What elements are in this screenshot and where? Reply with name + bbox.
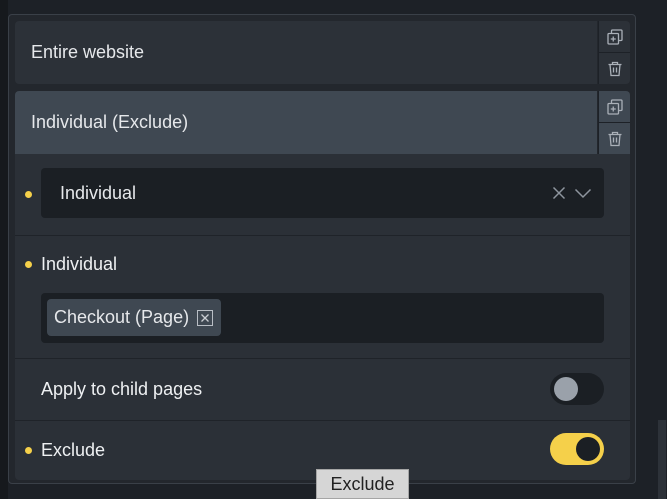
individual-field-label: Individual [41, 254, 118, 274]
tooltip-text: Exclude [330, 473, 395, 494]
close-icon[interactable] [552, 186, 566, 200]
left-background [0, 0, 8, 499]
duplicate-condition-button[interactable] [598, 91, 630, 122]
scrollbar-track[interactable] [658, 420, 666, 499]
delete-condition-button[interactable] [598, 52, 630, 84]
select-value: Individual [60, 182, 137, 203]
duplicate-condition-button[interactable] [598, 21, 630, 52]
trash-icon [608, 131, 621, 146]
condition-row-individual-exclude[interactable]: Individual (Exclude) [15, 91, 597, 154]
close-icon [201, 313, 210, 322]
divider [15, 420, 630, 421]
selected-tag: Checkout (Page) [47, 299, 222, 336]
condition-label: Individual (Exclude) [31, 112, 189, 132]
condition-label: Entire website [31, 42, 145, 62]
required-indicator [25, 261, 32, 268]
toggle-knob [576, 437, 600, 461]
duplicate-icon [606, 28, 623, 45]
condition-actions [598, 21, 630, 84]
required-indicator [25, 447, 32, 454]
right-background [636, 0, 667, 499]
apply-child-pages-label: Apply to child pages [41, 379, 203, 399]
divider [15, 235, 630, 236]
condition-row-entire-website[interactable]: Entire website [15, 21, 597, 84]
tag-label: Checkout (Page) [54, 307, 190, 327]
condition-type-select[interactable]: Individual [41, 168, 604, 218]
divider [15, 358, 630, 359]
trash-icon [608, 61, 621, 76]
individual-tags-input[interactable]: Checkout (Page) [41, 293, 604, 343]
exclude-label: Exclude [41, 440, 106, 460]
remove-tag-button[interactable] [197, 309, 214, 326]
required-indicator [25, 191, 32, 198]
toggle-knob [554, 377, 578, 401]
delete-condition-button[interactable] [598, 122, 630, 154]
duplicate-icon [606, 98, 623, 115]
chevron-down-icon[interactable] [574, 187, 592, 199]
condition-actions [598, 91, 630, 154]
exclude-toggle[interactable] [550, 433, 604, 465]
apply-child-pages-toggle[interactable] [550, 373, 604, 405]
tooltip: Exclude [316, 469, 409, 499]
